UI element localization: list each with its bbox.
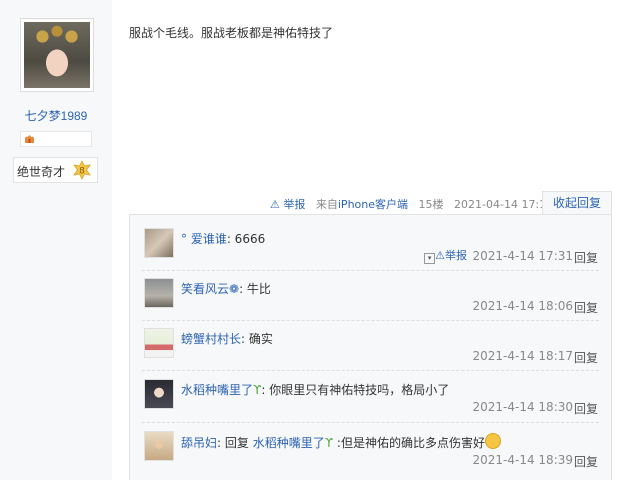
reply-button[interactable]: 回复 xyxy=(574,349,598,366)
author-level-bar xyxy=(20,131,92,147)
reply-time: 2021-4-14 18:17 xyxy=(472,349,574,363)
author-avatar[interactable] xyxy=(20,18,94,92)
post-content: 服战个毛线。服战老板都是神佑特技了 xyxy=(129,26,334,40)
reply-line: 螃蟹村村长: 确实 xyxy=(181,330,273,347)
reply-username[interactable]: 水稻种嘴里了 xyxy=(181,383,253,397)
reply-divider xyxy=(142,422,599,423)
reply-line: 舔吊妇: 回复 水稻种嘴里了ϒ :但是神佑的确比多点伤害好 xyxy=(181,433,501,451)
reply-username[interactable]: 笑看风云 xyxy=(181,282,229,296)
reply-time: 2021-4-14 18:30 xyxy=(472,400,574,414)
reply-divider xyxy=(142,320,599,321)
post-floor: 15楼 xyxy=(418,198,444,211)
reply-line: 笑看风云❁: 牛比 xyxy=(181,280,271,297)
emoji-icon xyxy=(484,433,501,449)
reply-button[interactable]: 回复 xyxy=(574,400,598,417)
reply-line: 水稻种嘴里了ϒ: 你眼里只有神佑特技吗，格局小了 xyxy=(181,381,449,398)
reply-avatar[interactable] xyxy=(144,379,174,409)
reply-report-link[interactable]: ▾ ⚠举报 xyxy=(424,247,467,264)
reply-list: ° 爱谁谁: 6666 ▾ ⚠举报 2021-4-14 17:31 回复 笑看风云… xyxy=(129,214,612,480)
reply-divider xyxy=(142,270,599,271)
reply-avatar[interactable] xyxy=(144,278,174,308)
reply-report-label[interactable]: 举报 xyxy=(445,249,467,262)
reply-text: :但是神佑的确比多点伤害好 xyxy=(333,436,485,450)
level-number: 8 xyxy=(79,167,85,177)
reply-text: : 牛比 xyxy=(239,282,271,296)
reply-avatar[interactable] xyxy=(144,431,174,461)
post-datetime: 2021-04-14 17:13 xyxy=(454,198,554,211)
reply-username[interactable]: 螃蟹村村长 xyxy=(181,332,241,346)
reply-time: 2021-4-14 17:31 xyxy=(472,249,574,263)
source-device-link[interactable]: iPhone客户端 xyxy=(338,198,408,211)
reply-mid: : 回复 xyxy=(217,436,253,450)
reply-line: ° 爱谁谁: 6666 xyxy=(181,230,265,247)
reply-avatar[interactable] xyxy=(144,328,174,358)
reply-button[interactable]: 回复 xyxy=(574,453,598,470)
reply-divider xyxy=(142,370,599,371)
level-icon xyxy=(25,135,34,143)
reply-username[interactable]: ° 爱谁谁 xyxy=(181,232,227,246)
warning-icon: ⚠ xyxy=(270,198,280,211)
reply-button[interactable]: 回复 xyxy=(574,299,598,316)
reply-target-user[interactable]: 水稻种嘴里了 xyxy=(253,436,325,450)
reply-button[interactable]: 回复 xyxy=(574,249,598,266)
collapse-replies-button[interactable]: 收起回复 xyxy=(542,191,612,215)
reply-text: : 确实 xyxy=(241,332,273,346)
sun-icon: ❁ xyxy=(229,282,240,296)
author-title-badge: 绝世奇才 8 xyxy=(13,157,98,183)
author-username[interactable]: 七夕梦1989 xyxy=(0,107,112,124)
level-badge-icon: 8 xyxy=(73,160,91,180)
reply-avatar[interactable] xyxy=(144,228,174,258)
reply-text: : 6666 xyxy=(226,232,266,246)
author-title-label: 绝世奇才 xyxy=(17,165,66,179)
reply-time: 2021-4-14 18:39 xyxy=(472,453,574,467)
dropdown-icon[interactable]: ▾ xyxy=(424,253,436,264)
reply-text: : 你眼里只有神佑特技吗，格局小了 xyxy=(261,383,450,397)
post-report-link[interactable]: 举报 xyxy=(283,198,305,211)
warning-icon: ⚠ xyxy=(435,249,445,262)
author-sidebar: 七夕梦1989 绝世奇才 8 xyxy=(0,0,112,480)
sprout-icon: ϒ xyxy=(324,436,334,450)
reply-username[interactable]: 舔吊妇 xyxy=(181,436,217,450)
source-prefix: 来自 xyxy=(315,198,338,211)
post-meta: ⚠ 举报 来自iPhone客户端 15楼 2021-04-14 17:13 xyxy=(270,196,553,212)
post-source: 来自iPhone客户端 xyxy=(316,198,408,211)
reply-time: 2021-4-14 18:06 xyxy=(472,299,574,313)
